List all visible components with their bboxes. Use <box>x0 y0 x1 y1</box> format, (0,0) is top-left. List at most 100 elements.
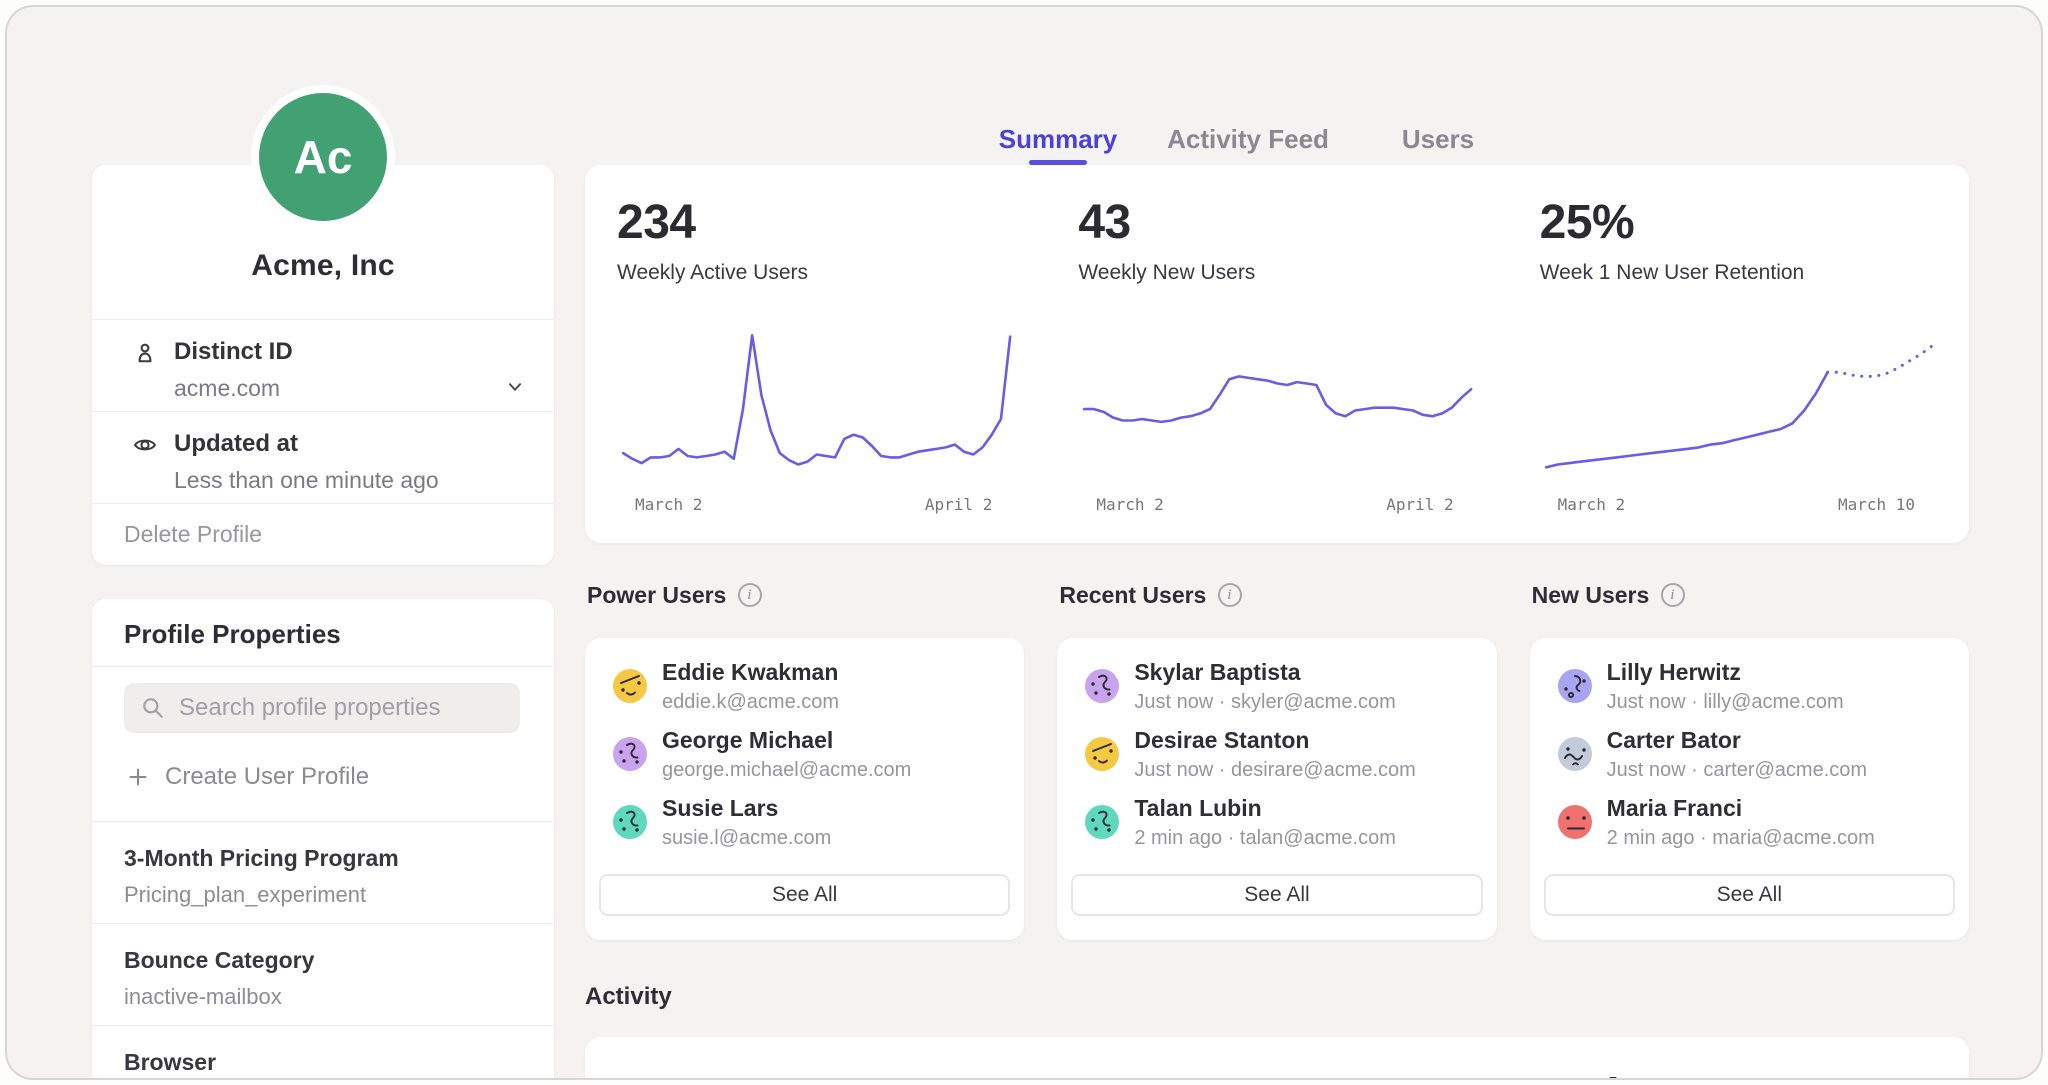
stat-weekly-new-users: 43 Weekly New Users March 2 April 2 <box>1046 199 1507 543</box>
company-avatar-initials: Ac <box>294 130 353 184</box>
x-axis-ticks: March 2 April 2 <box>1078 495 1479 514</box>
user-avatar <box>1558 805 1592 839</box>
company-avatar: Ac <box>259 93 387 221</box>
summary-stats-card: 234 Weekly Active Users March 2 April 2 … <box>585 165 1969 543</box>
user-row[interactable]: Skylar Baptista Just now · skyler@acme.c… <box>1071 658 1482 714</box>
user-row[interactable]: Maria Franci 2 min ago · maria@acme.com <box>1544 794 1955 850</box>
see-all-button[interactable]: See All <box>1071 874 1482 916</box>
delete-profile-button[interactable]: Delete Profile <box>92 503 554 565</box>
user-name: Desirae Stanton <box>1134 727 1416 754</box>
power-users-card: Eddie Kwakman eddie.k@acme.com George Mi… <box>585 638 1024 940</box>
field-label: Distinct ID <box>174 338 293 366</box>
recent-users-block: Recent Users i Skylar Baptista Just now … <box>1057 581 1496 940</box>
field-distinct-id: Distinct ID acme.com <box>92 319 554 411</box>
x-tick: March 2 <box>1096 495 1163 514</box>
stat-weekly-active-users: 234 Weekly Active Users March 2 April 2 <box>585 199 1046 543</box>
stat-value: 234 <box>617 199 1018 247</box>
property-name: Browser <box>124 1049 522 1076</box>
user-name: Talan Lubin <box>1134 795 1396 822</box>
user-row[interactable]: Eddie Kwakman eddie.k@acme.com <box>599 658 1010 714</box>
user-row[interactable]: George Michael george.michael@acme.com <box>599 726 1010 782</box>
property-name: 3-Month Pricing Program <box>124 845 522 872</box>
user-detail: 2 min ago · maria@acme.com <box>1607 827 1875 850</box>
user-avatar <box>1085 669 1119 703</box>
x-axis-ticks: March 2 March 10 <box>1540 495 1941 514</box>
stat-label: Week 1 New User Retention <box>1540 261 1941 285</box>
search-input[interactable] <box>179 694 504 722</box>
user-detail: Just now · desirare@acme.com <box>1134 759 1416 782</box>
x-tick: April 2 <box>925 495 992 514</box>
create-user-profile-button[interactable]: Create User Profile <box>126 763 554 791</box>
user-row[interactable]: Lilly Herwitz Just now · lilly@acme.com <box>1544 658 1955 714</box>
app-frame: Ac Acme, Inc Distinct ID acme.com <box>5 5 2043 1080</box>
x-tick: March 2 <box>635 495 702 514</box>
x-axis-ticks: March 2 April 2 <box>617 495 1018 514</box>
profile-properties-card: Profile Properties Create User Profile 3… <box>92 599 554 1080</box>
company-name: Acme, Inc <box>251 249 395 283</box>
user-row[interactable]: Desirae Stanton Just now · desirare@acme… <box>1071 726 1482 782</box>
x-tick: March 10 <box>1838 495 1915 514</box>
field-updated-at: Updated at Less than one minute ago <box>92 411 554 503</box>
profile-properties-title: Profile Properties <box>92 599 554 667</box>
user-name: Carter Bator <box>1607 727 1867 754</box>
field-value: acme.com <box>174 375 293 402</box>
property-item: Bounce Category inactive-mailbox <box>92 924 554 1026</box>
create-user-profile-label: Create User Profile <box>165 763 369 791</box>
info-icon[interactable]: i <box>738 583 762 607</box>
user-name: George Michael <box>662 727 911 754</box>
user-detail: Just now · lilly@acme.com <box>1607 691 1844 714</box>
tab-activity-feed[interactable]: Activity Feed <box>1153 110 1343 165</box>
stat-value: 25% <box>1540 199 1941 247</box>
activity-title: Activity <box>585 983 672 1011</box>
tab-users[interactable]: Users <box>1343 110 1533 165</box>
user-name: Skylar Baptista <box>1134 659 1395 686</box>
x-tick: April 2 <box>1386 495 1453 514</box>
user-name: Eddie Kwakman <box>662 659 839 686</box>
search-box[interactable] <box>124 683 520 733</box>
property-item: Browser Chrome <box>92 1026 554 1080</box>
user-detail: Just now · carter@acme.com <box>1607 759 1867 782</box>
new-users-block: New Users i Lilly Herwitz Just now · lil… <box>1530 581 1969 940</box>
property-value: inactive-mailbox <box>124 984 522 1010</box>
user-row[interactable]: Talan Lubin 2 min ago · talan@acme.com <box>1071 794 1482 850</box>
recent-users-title: Recent Users <box>1059 582 1206 609</box>
user-detail: eddie.k@acme.com <box>662 691 839 714</box>
field-value: Less than one minute ago <box>174 467 439 494</box>
stat-label: Weekly New Users <box>1078 261 1479 285</box>
user-row[interactable]: Susie Lars susie.l@acme.com <box>599 794 1010 850</box>
recent-users-card: Skylar Baptista Just now · skyler@acme.c… <box>1057 638 1496 940</box>
stat-label: Weekly Active Users <box>617 261 1018 285</box>
activity-stat: 3.4k <box>1508 1069 1969 1080</box>
x-tick: March 2 <box>1558 495 1625 514</box>
see-all-button[interactable]: See All <box>1544 874 1955 916</box>
tab-summary[interactable]: Summary <box>963 110 1153 165</box>
power-users-title: Power Users <box>587 582 726 609</box>
stat-week1-retention: 25% Week 1 New User Retention March 2 Ma… <box>1508 199 1969 543</box>
person-icon <box>132 340 158 366</box>
activity-stat: 234 <box>585 1069 1046 1080</box>
user-avatar <box>613 669 647 703</box>
week1-retention-chart <box>1540 319 1941 481</box>
activity-card: 234 240 3.4k <box>585 1037 1969 1080</box>
user-detail: susie.l@acme.com <box>662 827 831 850</box>
eye-icon <box>132 432 158 458</box>
user-avatar <box>1558 669 1592 703</box>
user-avatar <box>1085 737 1119 771</box>
user-lists-row: Power Users i Eddie Kwakman eddie.k@acme… <box>585 581 1969 940</box>
field-label: Updated at <box>174 430 439 458</box>
user-detail: 2 min ago · talan@acme.com <box>1134 827 1396 850</box>
see-all-button[interactable]: See All <box>599 874 1010 916</box>
user-avatar <box>1085 805 1119 839</box>
chevron-down-icon[interactable] <box>504 376 526 398</box>
user-avatar <box>1558 737 1592 771</box>
info-icon[interactable]: i <box>1218 583 1242 607</box>
user-name: Susie Lars <box>662 795 831 822</box>
user-detail: Just now · skyler@acme.com <box>1134 691 1395 714</box>
property-name: Bounce Category <box>124 947 522 974</box>
user-name: Lilly Herwitz <box>1607 659 1844 686</box>
power-users-block: Power Users i Eddie Kwakman eddie.k@acme… <box>585 581 1024 940</box>
info-icon[interactable]: i <box>1661 583 1685 607</box>
user-row[interactable]: Carter Bator Just now · carter@acme.com <box>1544 726 1955 782</box>
user-name: Maria Franci <box>1607 795 1875 822</box>
properties-list: 3-Month Pricing Program Pricing_plan_exp… <box>92 821 554 1080</box>
